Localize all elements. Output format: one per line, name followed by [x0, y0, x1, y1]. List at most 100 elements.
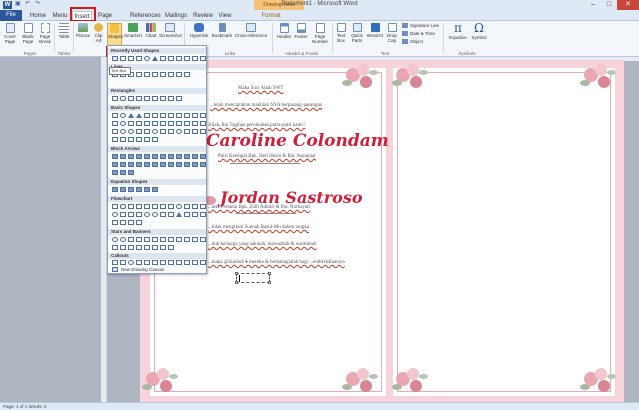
heart-icon[interactable] [160, 129, 166, 134]
preparation-icon[interactable] [184, 204, 190, 209]
round-rectangle-icon[interactable] [160, 96, 166, 101]
alternate-process-icon[interactable] [120, 204, 126, 209]
cloud-icon[interactable] [192, 129, 198, 134]
line-callout-4-icon[interactable] [168, 260, 174, 265]
dodecagon-icon[interactable] [112, 121, 118, 126]
rounded-callout-icon[interactable] [120, 260, 126, 265]
curve-shape-icon[interactable] [168, 56, 174, 61]
table-button[interactable]: Table [57, 23, 71, 39]
multiply-icon[interactable] [128, 187, 134, 192]
header-button[interactable]: Header [276, 23, 292, 39]
no-symbol-icon[interactable] [128, 129, 134, 134]
striped-right-arrow-icon[interactable] [144, 162, 150, 167]
round-rectangle-icon[interactable] [152, 96, 158, 101]
document-icon[interactable] [160, 204, 166, 209]
star-6-icon[interactable] [144, 237, 150, 242]
curve-connector-icon[interactable] [152, 72, 158, 77]
chord-icon[interactable] [128, 121, 134, 126]
line-callout-3-icon[interactable] [160, 260, 166, 265]
triangle-shape-icon[interactable] [152, 56, 158, 61]
vertical-scroll-icon[interactable] [144, 245, 150, 250]
up-down-arrow-icon[interactable] [152, 154, 158, 159]
right-arrow-callout-icon[interactable] [176, 162, 182, 167]
maximize-icon[interactable]: □ [601, 0, 617, 10]
elbow-arrow-icon[interactable] [144, 72, 150, 77]
equal-icon[interactable] [144, 187, 150, 192]
resize-handle[interactable] [268, 272, 271, 275]
curve-arrow-icon[interactable] [160, 72, 166, 77]
left-brace-icon[interactable] [144, 137, 150, 142]
tab-file[interactable]: File [0, 10, 22, 21]
display-icon[interactable] [136, 220, 142, 225]
round-rectangle-icon[interactable] [144, 96, 150, 101]
oval-callout-icon[interactable] [128, 260, 134, 265]
left-arrow-icon[interactable] [120, 154, 126, 159]
diagonal-stripe-icon[interactable] [168, 121, 174, 126]
not-equal-icon[interactable] [152, 187, 158, 192]
star-8-icon[interactable] [160, 237, 166, 242]
star-7-icon[interactable] [152, 237, 158, 242]
tab-mailings[interactable]: Mailings [163, 11, 189, 21]
heptagon-icon[interactable] [184, 113, 190, 118]
line-callout-accent-icon[interactable] [176, 260, 182, 265]
delay-icon[interactable] [200, 212, 206, 217]
tab-review[interactable]: Review [192, 11, 214, 21]
punched-tape-icon[interactable] [136, 212, 142, 217]
document-page[interactable]: Maha Suci Allah SWT ...telah menciptakan… [140, 60, 624, 402]
donut-icon[interactable] [120, 129, 126, 134]
pentagon-icon[interactable] [168, 113, 174, 118]
division-icon[interactable] [136, 187, 142, 192]
cloud-callout-icon[interactable] [136, 260, 142, 265]
sequential-access-icon[interactable] [112, 220, 118, 225]
process-icon[interactable] [112, 204, 118, 209]
drop-cap-button[interactable]: Drop Cap [385, 23, 399, 43]
tab-format[interactable]: Format [258, 11, 284, 21]
sort-icon[interactable] [168, 212, 174, 217]
page-number-button[interactable]: Page Number [310, 23, 330, 44]
predefined-process-icon[interactable] [144, 204, 150, 209]
star-4-icon[interactable] [128, 237, 134, 242]
bevel-icon[interactable] [112, 129, 118, 134]
smartart-button[interactable]: SmartArt [124, 23, 142, 38]
line-shape-icon[interactable] [120, 56, 126, 61]
line-callout-border-icon[interactable] [184, 260, 190, 265]
elbow-connector-icon[interactable] [160, 56, 166, 61]
lightning-bolt-icon[interactable] [168, 129, 174, 134]
explosion-2-icon[interactable] [120, 237, 126, 242]
text-box-shape-icon[interactable] [112, 113, 118, 118]
down-arrow-callout-icon[interactable] [184, 162, 190, 167]
picture-button[interactable]: Picture [75, 23, 91, 38]
rectangle-shape-icon[interactable] [112, 96, 118, 101]
close-icon[interactable]: ✕ [617, 0, 639, 10]
right-triangle-icon[interactable] [136, 113, 142, 118]
multidocument-icon[interactable] [168, 204, 174, 209]
chart-button[interactable]: Chart [144, 23, 158, 38]
tab-view[interactable]: View [216, 11, 234, 21]
double-brace-icon[interactable] [120, 137, 126, 142]
notched-right-arrow-icon[interactable] [152, 162, 158, 167]
teardrop-icon[interactable] [136, 121, 142, 126]
symbol-button[interactable]: Ω Symbol [470, 22, 488, 40]
summing-junction-icon[interactable] [144, 212, 150, 217]
parallelogram-icon[interactable] [144, 113, 150, 118]
manual-input-icon[interactable] [192, 204, 198, 209]
can-icon[interactable] [192, 121, 198, 126]
double-wave-icon[interactable] [168, 245, 174, 250]
bookmark-button[interactable]: Bookmark [211, 23, 233, 38]
left-right-up-arrow-icon[interactable] [168, 154, 174, 159]
folded-corner-icon[interactable] [144, 129, 150, 134]
star-10-icon[interactable] [168, 237, 174, 242]
data-icon[interactable] [136, 204, 142, 209]
diamond-icon[interactable] [160, 113, 166, 118]
resize-handle[interactable] [235, 272, 238, 275]
curved-up-ribbon-icon[interactable] [128, 245, 134, 250]
freeform-shape-icon[interactable] [176, 56, 182, 61]
screenshot-button[interactable]: Screenshot [159, 23, 182, 38]
pie-icon[interactable] [120, 121, 126, 126]
callout-shape-icon[interactable] [200, 56, 206, 61]
l-shape-icon[interactable] [160, 121, 166, 126]
chevron-arrow-icon[interactable] [168, 162, 174, 167]
rectangle-shape-icon[interactable] [136, 56, 142, 61]
hexagon-icon[interactable] [176, 113, 182, 118]
star-shape-icon[interactable] [192, 56, 198, 61]
